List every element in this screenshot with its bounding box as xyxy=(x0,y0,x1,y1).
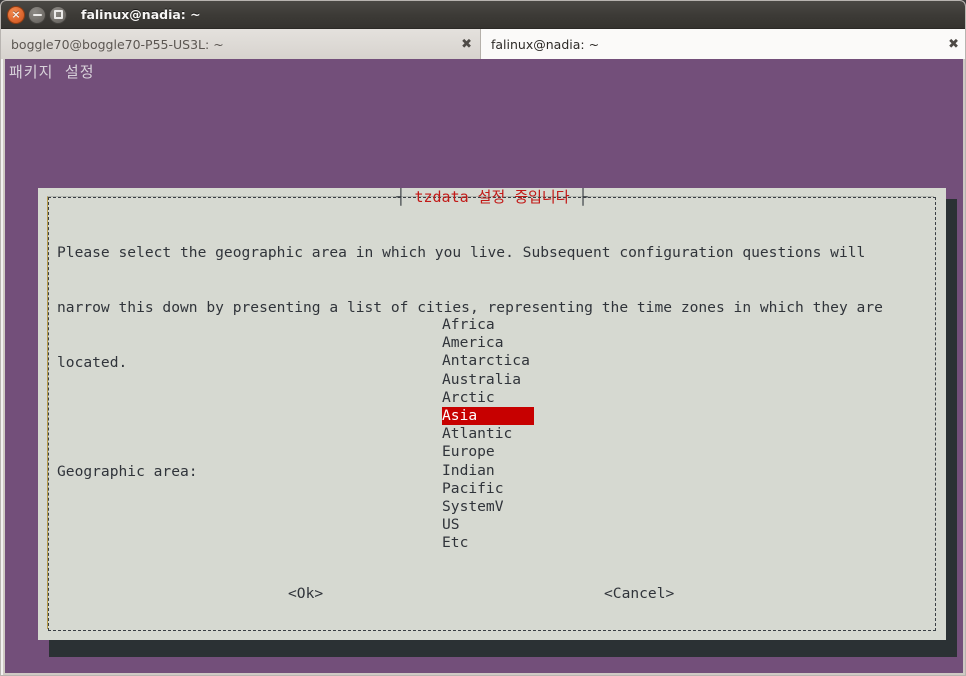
list-item[interactable]: Antarctica xyxy=(442,352,534,370)
dialog-title: ┤ tzdata 설정 중입니다 ├ xyxy=(38,188,946,207)
tab-close-icon[interactable]: ✖ xyxy=(948,38,959,51)
tab-falinux[interactable]: falinux@nadia: ~ ✖ xyxy=(481,29,965,59)
tab-close-icon[interactable]: ✖ xyxy=(461,38,472,51)
list-item[interactable]: Etc xyxy=(442,534,534,552)
description-line: Please select the geographic area in whi… xyxy=(57,244,866,262)
minimize-icon-glyph xyxy=(32,13,42,16)
list-item[interactable]: Atlantic xyxy=(442,425,534,443)
list-item[interactable]: Arctic xyxy=(442,389,534,407)
list-item-selected[interactable]: Asia xyxy=(442,406,534,426)
list-item[interactable]: US xyxy=(442,516,534,534)
tzdata-configuration-dialog: ┤ tzdata 설정 중입니다 ├ Please select the geo… xyxy=(38,188,946,640)
terminal-window: × falinux@nadia: ~ boggle70@boggle70-P55… xyxy=(0,0,966,676)
maximize-icon-glyph xyxy=(53,10,63,19)
window-controls: × xyxy=(1,5,67,24)
list-item[interactable]: SystemV xyxy=(442,498,534,516)
dialog-title-right-rule: ├ xyxy=(569,188,588,206)
cancel-button[interactable]: <Cancel> xyxy=(604,584,674,604)
tab-bar: boggle70@boggle70-P55-US3L: ~ ✖ falinux@… xyxy=(1,29,965,59)
dialog-title-text: tzdata 설정 중입니다 xyxy=(414,188,570,206)
geographic-area-list[interactable]: Africa America Antarctica Australia Arct… xyxy=(442,316,622,552)
package-configuration-heading: 패키지 설정 xyxy=(9,63,95,81)
close-window-icon[interactable]: × xyxy=(7,5,25,24)
list-item[interactable]: Europe xyxy=(442,443,534,461)
window-title: falinux@nadia: ~ xyxy=(81,7,201,22)
dialog-title-left-rule: ┤ xyxy=(396,188,415,206)
window-titlebar: × falinux@nadia: ~ xyxy=(1,1,965,29)
list-item[interactable]: Pacific xyxy=(442,480,534,498)
minimize-window-icon[interactable] xyxy=(28,5,46,24)
list-item[interactable]: Indian xyxy=(442,462,534,480)
dialog-button-row: <Ok> <Cancel> xyxy=(38,584,946,604)
list-item[interactable]: Australia xyxy=(442,371,534,389)
description-line: narrow this down by presenting a list of… xyxy=(57,299,883,316)
list-item[interactable]: America xyxy=(442,334,534,352)
tab-label: falinux@nadia: ~ xyxy=(491,36,600,52)
ok-button[interactable]: <Ok> xyxy=(288,584,323,604)
list-item[interactable]: Africa xyxy=(442,316,534,334)
maximize-window-icon[interactable] xyxy=(49,5,67,24)
close-icon-glyph: × xyxy=(11,7,21,21)
tab-boggle70[interactable]: boggle70@boggle70-P55-US3L: ~ ✖ xyxy=(1,29,481,59)
tab-label: boggle70@boggle70-P55-US3L: ~ xyxy=(11,36,224,52)
terminal-screen[interactable]: 패키지 설정 ┤ tzdata 설정 중입니다 ├ Please select … xyxy=(3,59,965,675)
